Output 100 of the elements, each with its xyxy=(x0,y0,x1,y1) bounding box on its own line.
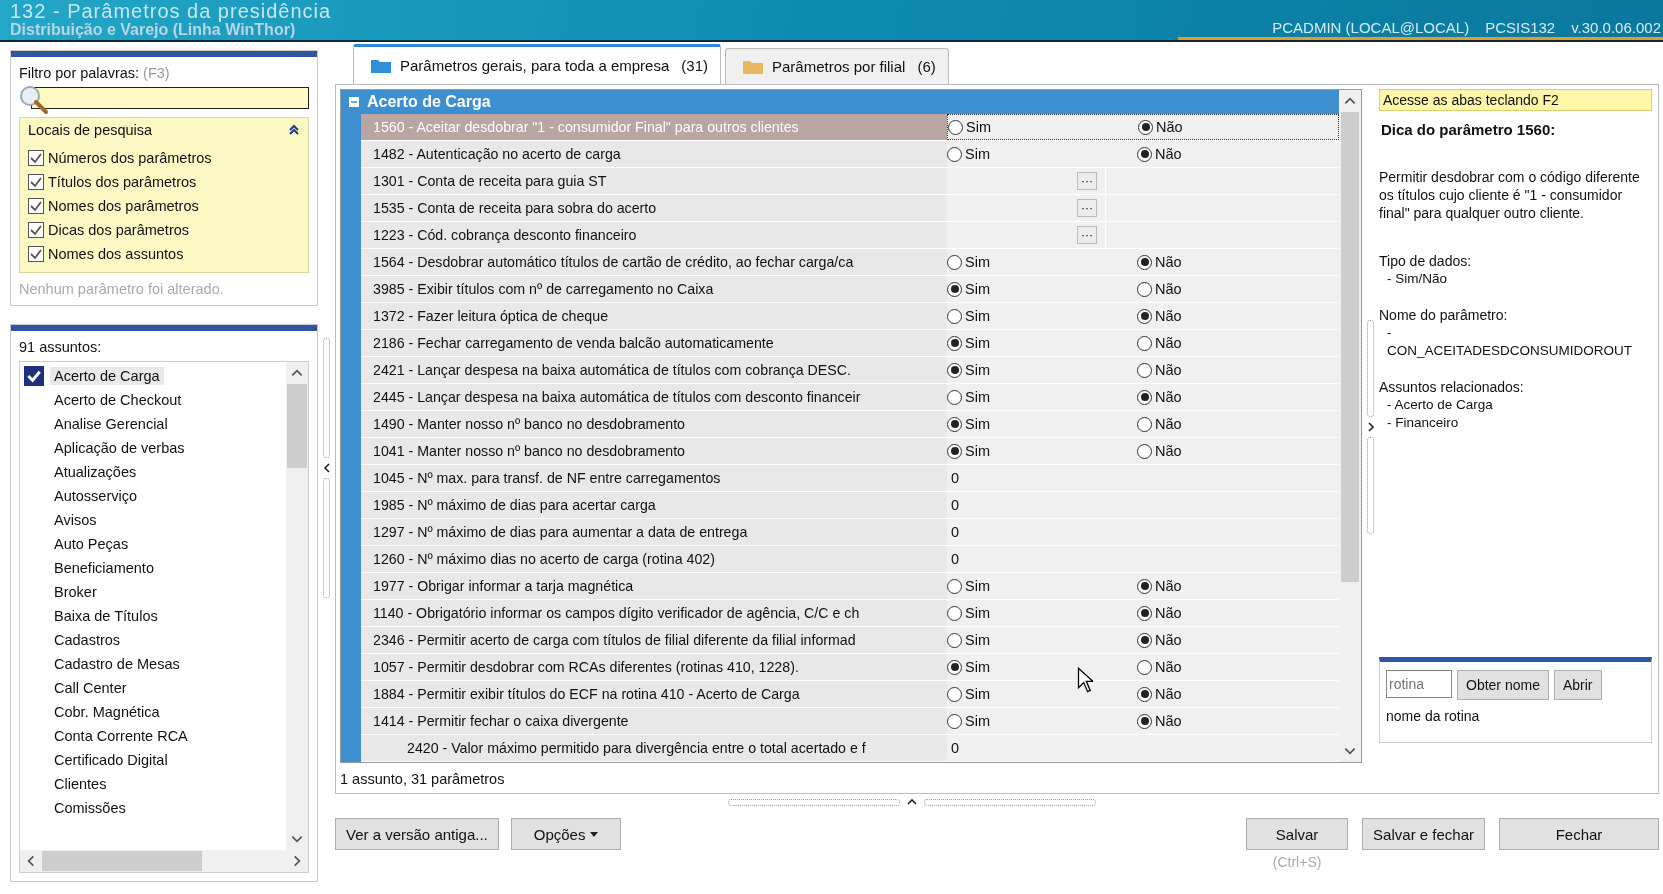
radio-option[interactable]: Sim xyxy=(947,308,990,324)
radio-button[interactable] xyxy=(1137,443,1152,459)
radio-button[interactable] xyxy=(1137,281,1152,297)
parameter-label[interactable]: 1372 - Fazer leitura óptica de cheque xyxy=(361,303,947,329)
subject-item[interactable]: Call Center xyxy=(50,679,131,697)
radio-option[interactable]: Não xyxy=(1137,335,1182,351)
radio-option[interactable]: Sim xyxy=(947,389,990,405)
radio-button[interactable] xyxy=(1138,119,1153,135)
parameter-label[interactable]: 1414 - Permitir fechar o caixa divergente xyxy=(361,708,947,734)
action-button[interactable]: Salvar e fechar xyxy=(1362,818,1485,850)
lookup-button[interactable]: ··· xyxy=(1077,226,1097,244)
parameter-label[interactable]: 1045 - Nº max. para transf. de NF entre carregamentos xyxy=(361,465,947,491)
radio-option[interactable]: Não xyxy=(1137,686,1182,702)
collapse-up-icon[interactable] xyxy=(906,797,918,807)
radio-button[interactable] xyxy=(947,389,962,405)
subject-item[interactable]: Cadastros xyxy=(50,631,125,649)
parameter-label[interactable]: 1041 - Manter nosso nº banco no desdobramento xyxy=(361,438,947,464)
parameter-label[interactable]: 3985 - Exibir títulos com nº de carregamento no Caixa xyxy=(361,276,947,302)
radio-button[interactable] xyxy=(947,308,962,324)
radio-button[interactable] xyxy=(947,281,962,297)
subject-item[interactable]: Atualizações xyxy=(50,463,141,481)
subject-item[interactable]: Auto Peças xyxy=(50,535,133,553)
subject-item[interactable]: Clientes xyxy=(50,775,111,793)
radio-option[interactable]: Sim xyxy=(947,578,990,594)
radio-button[interactable] xyxy=(947,659,962,675)
parameter-label[interactable]: 2421 - Lançar despesa na baixa automática de títulos com cobrança DESC. xyxy=(361,357,947,383)
value-cell[interactable]: 0 xyxy=(947,519,1339,545)
subject-item[interactable]: Analise Gerencial xyxy=(50,415,172,433)
radio-option[interactable]: Não xyxy=(1137,389,1182,405)
radio-option[interactable]: Sim xyxy=(947,686,990,702)
radio-button[interactable] xyxy=(947,632,962,648)
radio-option[interactable]: Sim xyxy=(947,146,990,162)
radio-option[interactable]: Sim xyxy=(947,335,990,351)
checkbox-option[interactable]: Dicas dos parâmetros xyxy=(28,218,300,242)
radio-option[interactable]: Não xyxy=(1137,659,1182,675)
radio-button[interactable] xyxy=(1137,659,1152,675)
parameter-label[interactable]: 1260 - Nº máximo dias no acerto de carga (rotina 402) xyxy=(361,546,947,572)
subject-item[interactable]: Cadastro de Mesas xyxy=(50,655,184,673)
radio-button[interactable] xyxy=(1137,713,1152,729)
radio-button[interactable] xyxy=(947,254,962,270)
radio-button[interactable] xyxy=(1137,605,1152,621)
parameter-label[interactable]: 2445 - Lançar despesa na baixa automática de títulos com desconto financeir xyxy=(361,384,947,410)
action-button[interactable]: Salvar xyxy=(1246,818,1349,850)
radio-button[interactable] xyxy=(1137,308,1152,324)
radio-option[interactable]: Não xyxy=(1137,416,1182,432)
subject-item[interactable]: Autosserviço xyxy=(50,487,141,505)
radio-button[interactable] xyxy=(947,713,962,729)
parameter-label[interactable]: 2186 - Fechar carregamento de venda balcão automaticamente xyxy=(361,330,947,356)
radio-button[interactable] xyxy=(1137,254,1152,270)
parameter-label[interactable]: 1140 - Obrigatório informar os campos dígito verificador de agência, C/C e ch xyxy=(361,600,947,626)
radio-button[interactable] xyxy=(1137,335,1152,351)
tab[interactable]: Parâmetros por filial (6) xyxy=(725,48,949,84)
radio-button[interactable] xyxy=(947,578,962,594)
routine-button[interactable]: Obter nome xyxy=(1457,670,1549,700)
radio-button[interactable] xyxy=(1137,146,1152,162)
subject-item[interactable]: Broker xyxy=(50,583,101,601)
radio-button[interactable] xyxy=(947,335,962,351)
radio-button[interactable] xyxy=(947,146,962,162)
radio-button[interactable] xyxy=(1137,389,1152,405)
collapse-icon[interactable] xyxy=(288,124,300,136)
checkbox-option[interactable]: Nomes dos parâmetros xyxy=(28,194,300,218)
checkbox-option[interactable]: Nomes dos assuntos xyxy=(28,242,300,266)
routine-button[interactable]: Abrir xyxy=(1553,670,1602,700)
radio-option[interactable]: Não xyxy=(1137,362,1182,378)
radio-option[interactable]: Sim xyxy=(947,605,990,621)
parameter-label[interactable]: 1301 - Conta de receita para guia ST xyxy=(361,168,947,194)
radio-option[interactable]: Não xyxy=(1137,578,1182,594)
scrollbar[interactable] xyxy=(286,362,308,850)
subject-item[interactable]: Certificado Digital xyxy=(50,751,172,769)
parameter-label[interactable]: 1297 - Nº máximo de dias para aumentar a data de entrega xyxy=(361,519,947,545)
radio-option[interactable]: Não xyxy=(1137,281,1182,297)
subject-item[interactable]: Acerto de Checkout xyxy=(50,391,186,409)
radio-option[interactable]: Sim xyxy=(948,119,991,135)
radio-button[interactable] xyxy=(948,119,963,135)
radio-option[interactable]: Não xyxy=(1137,308,1182,324)
collapse-left-icon[interactable] xyxy=(321,462,332,474)
parameter-label[interactable]: 1223 - Cód. cobrança desconto financeiro xyxy=(361,222,947,248)
checkbox-option[interactable]: Números dos parâmetros xyxy=(28,146,300,170)
checkbox[interactable] xyxy=(28,198,44,214)
radio-button[interactable] xyxy=(1137,632,1152,648)
radio-option[interactable]: Sim xyxy=(947,713,990,729)
radio-option[interactable]: Sim xyxy=(947,362,990,378)
lookup-button[interactable]: ··· xyxy=(1077,199,1097,217)
checkbox[interactable] xyxy=(28,150,44,166)
radio-option[interactable]: Não xyxy=(1137,605,1182,621)
radio-button[interactable] xyxy=(1137,416,1152,432)
radio-option[interactable]: Sim xyxy=(947,416,990,432)
radio-button[interactable] xyxy=(1137,578,1152,594)
checkbox-option[interactable]: Títulos dos parâmetros xyxy=(28,170,300,194)
parameter-label[interactable]: 1490 - Manter nosso nº banco no desdobramento xyxy=(361,411,947,437)
parameter-label[interactable]: 2346 - Permitir acerto de carga com títulos de filial diferente da filial informad xyxy=(361,627,947,653)
radio-option[interactable]: Sim xyxy=(947,443,990,459)
parameter-label[interactable]: 2420 - Valor máximo permitido para divergência entre o total acertado e f xyxy=(361,735,947,761)
radio-option[interactable]: Não xyxy=(1137,254,1182,270)
radio-button[interactable] xyxy=(947,416,962,432)
subject-item[interactable]: Acerto de Carga xyxy=(50,367,164,385)
tab[interactable]: Parâmetros gerais, para toda a empresa (31) xyxy=(353,44,721,84)
value-cell[interactable]: 0 xyxy=(947,492,1339,518)
radio-option[interactable]: Não xyxy=(1138,119,1183,135)
subject-item[interactable]: Cobr. Magnética xyxy=(50,703,164,721)
